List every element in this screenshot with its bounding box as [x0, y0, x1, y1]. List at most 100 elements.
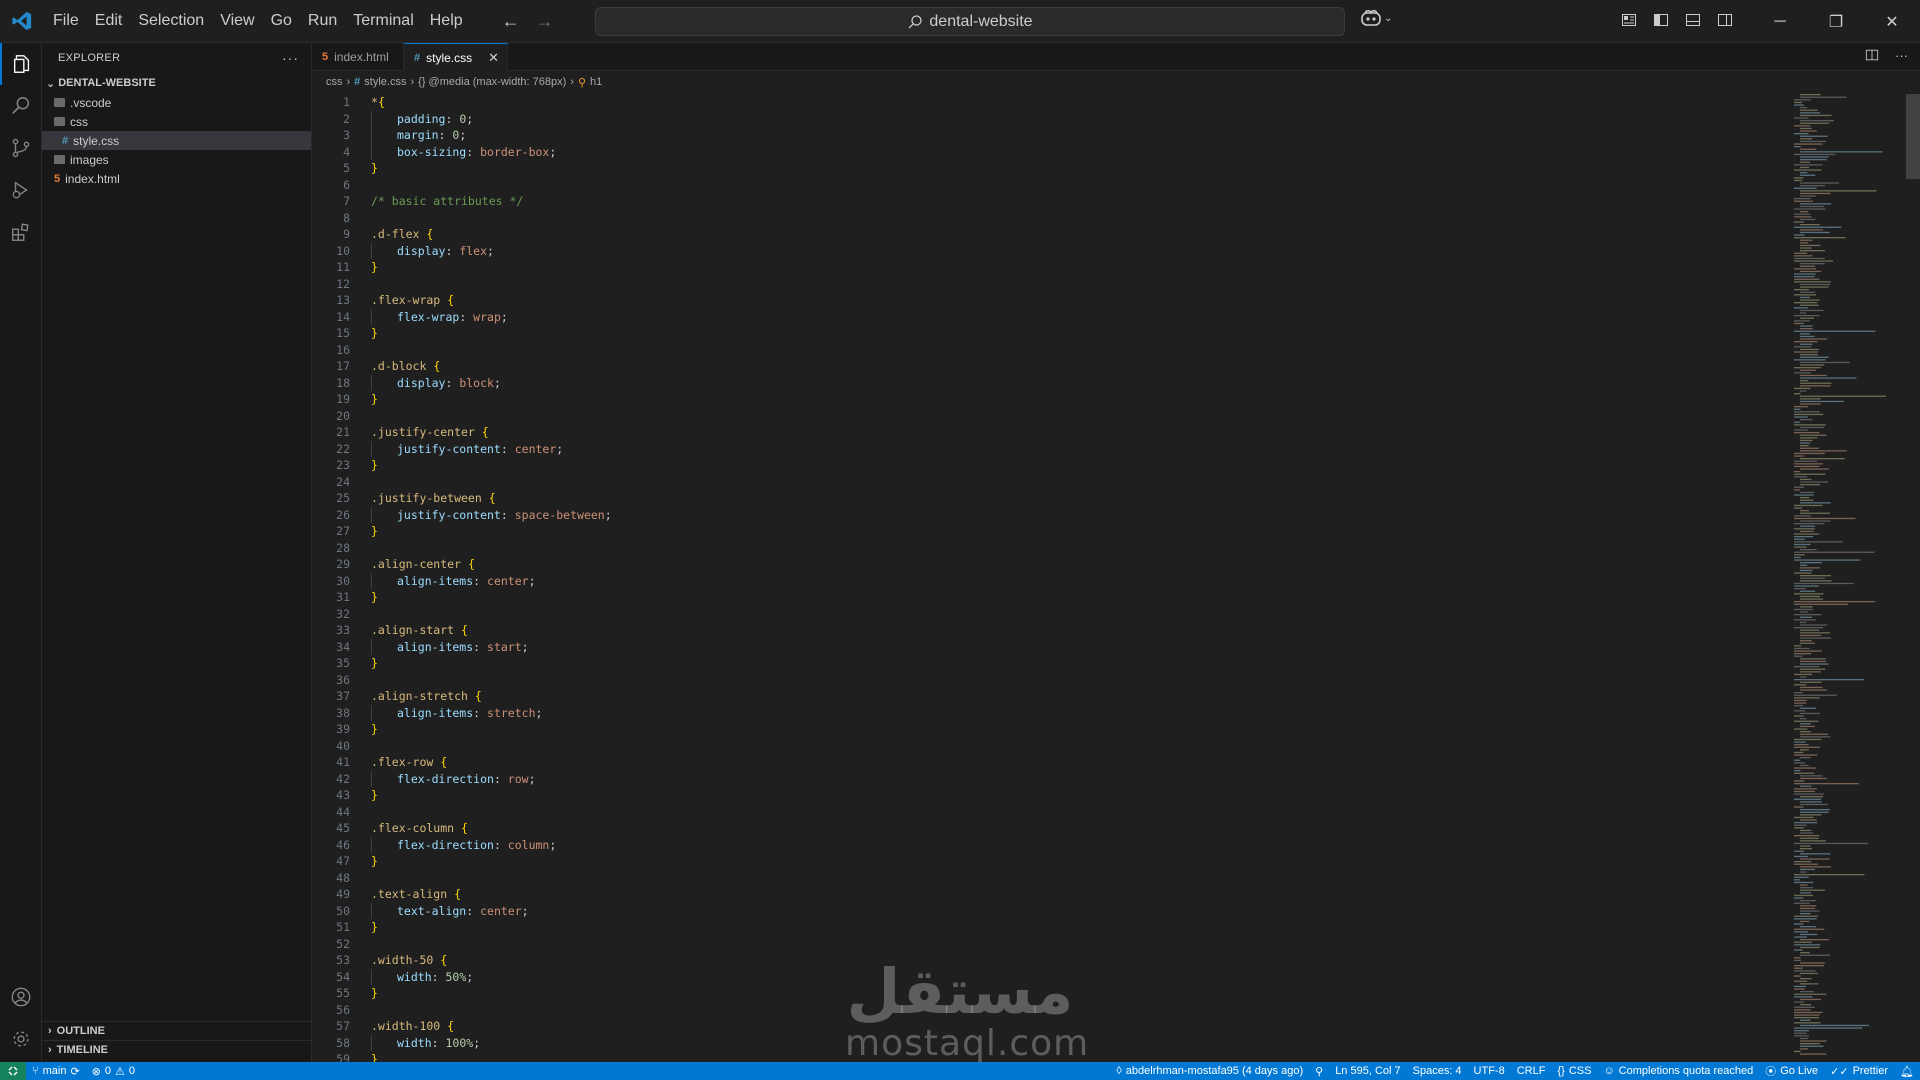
tree-item-images[interactable]: images: [42, 150, 311, 169]
code-line[interactable]: 2 padding: 0;: [312, 110, 1782, 127]
code-line[interactable]: 37 .align-stretch {: [312, 688, 1782, 705]
outline-section[interactable]: › OUTLINE: [42, 1021, 312, 1040]
code-line[interactable]: 21 .justify-center {: [312, 424, 1782, 441]
close-tab-icon[interactable]: ✕: [488, 50, 499, 66]
toggle-panel-icon[interactable]: [1682, 9, 1704, 31]
split-editor-icon[interactable]: [1865, 48, 1879, 65]
timeline-section[interactable]: › TIMELINE: [42, 1040, 312, 1059]
copilot-menu[interactable]: ⌄: [1360, 9, 1392, 27]
code-line[interactable]: 15}: [312, 325, 1782, 342]
code-line[interactable]: 34 align-items: start;: [312, 638, 1782, 655]
code-line[interactable]: 9 .d-flex {: [312, 226, 1782, 243]
code-line[interactable]: 4 box-sizing: border-box;: [312, 143, 1782, 160]
code-line[interactable]: 45 .flex-column {: [312, 820, 1782, 837]
code-line[interactable]: 16: [312, 342, 1782, 359]
breadcrumb-media[interactable]: {} @media (max-width: 768px): [418, 76, 566, 88]
code-line[interactable]: 49 .text-align {: [312, 886, 1782, 903]
prettier-status[interactable]: ✓✓ Prettier: [1824, 1065, 1894, 1078]
code-editor[interactable]: 1 *{2 padding: 0; 3 margin: 0; 4 box-sizing: b…: [312, 94, 1782, 1066]
code-line[interactable]: 29 .align-center {: [312, 556, 1782, 573]
menu-view[interactable]: View: [212, 6, 262, 36]
menu-file[interactable]: File: [45, 6, 87, 36]
minimize-icon[interactable]: ─: [1752, 0, 1808, 43]
extensions-icon[interactable]: [0, 211, 42, 253]
code-line[interactable]: 50 text-align: center;: [312, 902, 1782, 919]
settings-gear-icon[interactable]: [0, 1018, 42, 1060]
remote-indicator-icon[interactable]: [0, 1062, 26, 1080]
language-mode[interactable]: {} CSS: [1551, 1065, 1597, 1077]
code-line[interactable]: 27}: [312, 523, 1782, 540]
search-icon[interactable]: [0, 85, 42, 127]
tree-item-css[interactable]: css: [42, 112, 311, 131]
code-line[interactable]: 51}: [312, 919, 1782, 936]
go-live-button[interactable]: ⦿ Go Live: [1759, 1063, 1824, 1079]
code-line[interactable]: 7 /* basic attributes */: [312, 193, 1782, 210]
code-line[interactable]: 40: [312, 738, 1782, 755]
tree-item-indexhtml[interactable]: 5 index.html: [42, 169, 311, 188]
code-line[interactable]: 24: [312, 474, 1782, 491]
code-line[interactable]: 41 .flex-row {: [312, 754, 1782, 771]
problems-indicator[interactable]: ⊗ 0 ⚠ 0: [86, 1065, 141, 1078]
code-line[interactable]: 22 justify-content: center;: [312, 440, 1782, 457]
accounts-icon[interactable]: [0, 976, 42, 1018]
code-line[interactable]: 3 margin: 0;: [312, 127, 1782, 144]
code-line[interactable]: 46 flex-direction: column;: [312, 836, 1782, 853]
code-line[interactable]: 19}: [312, 391, 1782, 408]
explorer-icon[interactable]: [0, 43, 42, 85]
code-line[interactable]: 28: [312, 540, 1782, 557]
toggle-secondary-sidebar-icon[interactable]: [1714, 9, 1736, 31]
code-line[interactable]: 43}: [312, 787, 1782, 804]
breadcrumb-folder[interactable]: css: [326, 76, 343, 88]
zoom-icon[interactable]: ⚲: [1309, 1065, 1329, 1078]
code-line[interactable]: 25 .justify-between {: [312, 490, 1782, 507]
copilot-status[interactable]: ☺ Completions quota reached: [1597, 1065, 1759, 1077]
more-actions-icon[interactable]: ···: [282, 50, 299, 66]
workspace-root-folder[interactable]: ⌄ DENTAL-WEBSITE: [42, 73, 311, 93]
code-line[interactable]: 36: [312, 672, 1782, 689]
tab-style-css[interactable]: # style.css ✕: [404, 43, 508, 71]
breadcrumb-symbol[interactable]: h1: [590, 76, 602, 88]
branch-indicator[interactable]: ⑂ main ⟳: [26, 1065, 86, 1078]
code-line[interactable]: 30 align-items: center;: [312, 572, 1782, 589]
code-line[interactable]: 26 justify-content: space-between;: [312, 506, 1782, 523]
code-line[interactable]: 6: [312, 177, 1782, 194]
menu-run[interactable]: Run: [300, 6, 345, 36]
git-blame[interactable]: ◊ abdelrhman-mostafa95 (4 days ago): [1110, 1065, 1309, 1077]
tree-item-vscode[interactable]: .vscode: [42, 93, 311, 112]
forward-arrow-icon[interactable]: →: [533, 9, 557, 33]
code-line[interactable]: 11}: [312, 259, 1782, 276]
code-line[interactable]: 13 .flex-wrap {: [312, 292, 1782, 309]
code-line[interactable]: 35}: [312, 655, 1782, 672]
code-line[interactable]: 23}: [312, 457, 1782, 474]
menu-edit[interactable]: Edit: [87, 6, 131, 36]
code-line[interactable]: 12: [312, 276, 1782, 293]
code-line[interactable]: 39}: [312, 721, 1782, 738]
code-line[interactable]: 14 flex-wrap: wrap;: [312, 308, 1782, 325]
toggle-primary-sidebar-icon[interactable]: [1650, 9, 1672, 31]
breadcrumb-file[interactable]: style.css: [364, 76, 406, 88]
menu-go[interactable]: Go: [263, 6, 300, 36]
encoding[interactable]: UTF-8: [1468, 1065, 1511, 1077]
minimap[interactable]: [1794, 94, 1904, 1059]
customize-layout-icon[interactable]: [1618, 9, 1640, 31]
code-line[interactable]: 44: [312, 804, 1782, 821]
code-line[interactable]: 47}: [312, 853, 1782, 870]
menu-help[interactable]: Help: [422, 6, 471, 36]
code-line[interactable]: 38 align-items: stretch;: [312, 704, 1782, 721]
notifications-bell-icon[interactable]: 🔔︎: [1894, 1065, 1920, 1078]
code-line[interactable]: 52: [312, 936, 1782, 953]
code-line[interactable]: 20: [312, 408, 1782, 425]
code-line[interactable]: 8: [312, 210, 1782, 227]
code-line[interactable]: 18 display: block;: [312, 374, 1782, 391]
command-center-search[interactable]: dental-website: [595, 7, 1345, 36]
close-icon[interactable]: ✕: [1864, 0, 1920, 43]
code-line[interactable]: 48: [312, 870, 1782, 887]
end-of-line[interactable]: CRLF: [1511, 1065, 1552, 1077]
menu-selection[interactable]: Selection: [130, 6, 212, 36]
code-line[interactable]: 5}: [312, 160, 1782, 177]
back-arrow-icon[interactable]: ←: [499, 9, 523, 33]
code-line[interactable]: 32: [312, 606, 1782, 623]
tree-item-stylecss[interactable]: # style.css: [42, 131, 311, 150]
cursor-position[interactable]: Ln 595, Col 7: [1329, 1065, 1406, 1077]
run-debug-icon[interactable]: [0, 169, 42, 211]
